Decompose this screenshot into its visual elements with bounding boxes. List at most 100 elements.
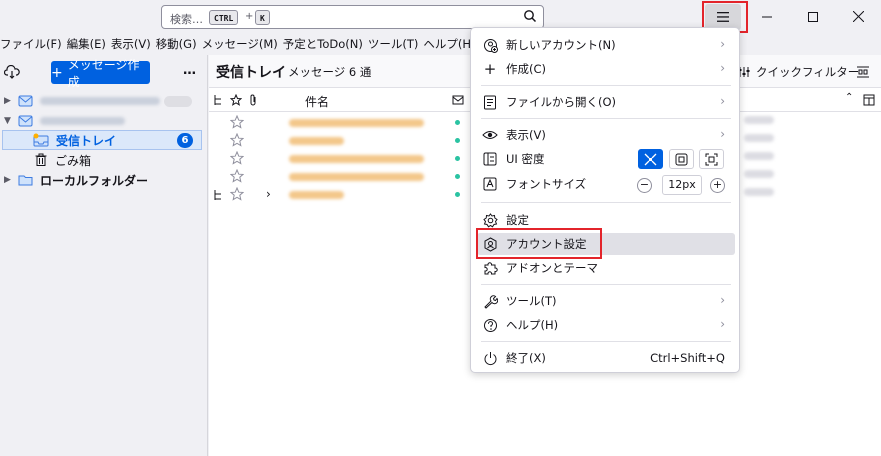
- date-blurred: [744, 152, 774, 160]
- account-icon: [18, 95, 33, 107]
- close-button[interactable]: [835, 0, 881, 33]
- chevron-down-icon[interactable]: ▼: [4, 116, 14, 126]
- chevron-right-icon[interactable]: ▶: [4, 175, 14, 185]
- search-icon[interactable]: [523, 9, 537, 26]
- column-picker-icon[interactable]: [863, 94, 875, 106]
- menu-ui-density: UI 密度: [477, 148, 735, 170]
- quick-filter-label: クイックフィルター: [756, 65, 860, 79]
- menu-edit[interactable]: 編集(E): [67, 36, 111, 52]
- gear-icon: [482, 212, 498, 227]
- chevron-right-icon: ›: [720, 317, 725, 331]
- subject-column-header[interactable]: 件名: [305, 93, 329, 110]
- chevron-right-icon[interactable]: ›: [266, 187, 271, 201]
- menu-go[interactable]: 移動(G): [156, 36, 202, 52]
- menu-events[interactable]: 予定とToDo(N): [283, 36, 368, 52]
- menu-ui-density-label: UI 密度: [506, 152, 545, 166]
- menu-open-file-label: ファイルから開く(O): [506, 95, 617, 109]
- cloud-download-icon[interactable]: [3, 64, 20, 82]
- menu-settings-label: 設定: [506, 213, 529, 227]
- highlight-box-account-settings: [476, 228, 602, 259]
- chevron-right-icon: ›: [720, 37, 725, 51]
- thread-column-icon[interactable]: [213, 94, 225, 106]
- normal-density-icon: [675, 153, 688, 165]
- trash-icon: [35, 153, 47, 166]
- help-icon: [483, 318, 497, 332]
- menu-new-account[interactable]: 新しいアカウント(N) ›: [477, 34, 735, 56]
- menu-separator: [481, 118, 731, 119]
- minimize-button[interactable]: [744, 0, 790, 33]
- menu-open-file[interactable]: ファイルから開く(O) ›: [477, 91, 735, 113]
- star-icon[interactable]: [230, 169, 244, 183]
- quit-shortcut: Ctrl+Shift+Q: [650, 351, 725, 365]
- density-compact-button[interactable]: [638, 149, 663, 169]
- star-icon[interactable]: [230, 115, 244, 129]
- star-icon[interactable]: [230, 133, 244, 147]
- menu-quit[interactable]: 終了(X) Ctrl+Shift+Q: [477, 347, 735, 369]
- menu-create-label: 作成(C): [506, 62, 547, 76]
- title-bar: 検索… CTRL + K: [0, 0, 881, 33]
- menu-view[interactable]: 表示(V) ›: [477, 124, 735, 146]
- chevron-up-icon[interactable]: ⌃: [845, 92, 853, 103]
- subject-blurred: [289, 191, 344, 199]
- density-normal-button[interactable]: [669, 149, 694, 169]
- wrench-icon: [483, 294, 498, 309]
- search-input[interactable]: 検索… CTRL + K: [161, 5, 544, 29]
- font-size-value: 12px: [662, 175, 702, 195]
- quick-filter-button[interactable]: クイックフィルター: [737, 64, 859, 80]
- k-key-hint: K: [255, 10, 270, 25]
- menu-bar: ファイル(F) 編集(E) 表示(V) 移動(G) メッセージ(M) 予定とTo…: [0, 33, 881, 55]
- read-status-dot: [455, 156, 460, 161]
- menu-quit-label: 終了(X): [506, 351, 546, 365]
- read-status-column-icon[interactable]: [452, 94, 464, 106]
- more-options-button[interactable]: …: [183, 63, 196, 78]
- date-blurred: [744, 170, 774, 178]
- star-icon[interactable]: [230, 151, 244, 165]
- inbox-label: 受信トレイ: [56, 133, 117, 148]
- read-status-dot: [455, 138, 460, 143]
- menu-font-size-label: フォントサイズ: [506, 177, 587, 191]
- star-column-icon[interactable]: [230, 94, 242, 106]
- density-touch-button[interactable]: [699, 149, 724, 169]
- menu-tools[interactable]: ツール(T) ›: [477, 290, 735, 312]
- menu-view[interactable]: 表示(V): [111, 36, 156, 52]
- menu-help[interactable]: ヘルプ(H) ›: [477, 314, 735, 336]
- folder-trash[interactable]: ごみ箱: [0, 150, 207, 170]
- message-count: メッセージ 6 通: [288, 65, 372, 79]
- plus-icon: +: [51, 64, 63, 81]
- account-icon: [18, 115, 33, 127]
- menu-message[interactable]: メッセージ(M): [202, 36, 283, 52]
- new-message-button[interactable]: + メッセージ作成: [51, 58, 150, 89]
- display-options-icon[interactable]: [856, 65, 870, 79]
- menu-separator: [481, 85, 731, 86]
- read-status-dot: [455, 174, 460, 179]
- density-icon: [483, 152, 497, 166]
- chevron-right-icon: ›: [720, 127, 725, 141]
- folder-title: 受信トレイ: [216, 65, 286, 81]
- new-account-icon: [483, 38, 498, 53]
- chevron-right-icon: ›: [720, 94, 725, 108]
- menu-file[interactable]: ファイル(F): [0, 36, 67, 52]
- menu-addons[interactable]: アドオンとテーマ: [477, 257, 735, 279]
- attachment-column-icon[interactable]: [249, 94, 259, 106]
- plus-icon: +: [483, 60, 497, 78]
- folder-local[interactable]: ▶ ローカルフォルダー: [0, 170, 207, 190]
- account-name-blurred: [40, 97, 160, 105]
- folder-pane: + メッセージ作成 … ▶ ▼ 受信トレイ 6 ごみ箱 ▶ ローカルフォルダー: [0, 55, 208, 456]
- ctrl-key-hint: CTRL: [209, 10, 239, 25]
- menu-create[interactable]: + 作成(C) ›: [477, 58, 735, 80]
- chevron-right-icon: ›: [720, 61, 725, 75]
- account-row-2[interactable]: ▼: [0, 111, 207, 131]
- search-placeholder: 検索…: [170, 13, 203, 26]
- folder-inbox[interactable]: 受信トレイ 6: [2, 130, 202, 150]
- account-name-blurred: [40, 117, 125, 125]
- subject-blurred: [289, 173, 424, 181]
- app-menu-panel: 新しいアカウント(N) › + 作成(C) › ファイルから開く(O) › 表示…: [470, 27, 740, 373]
- chevron-right-icon[interactable]: ▶: [4, 96, 14, 106]
- font-size-decrease-button[interactable]: −: [637, 178, 652, 193]
- menu-tools[interactable]: ツール(T): [368, 36, 424, 52]
- font-size-increase-button[interactable]: +: [710, 178, 725, 193]
- star-icon[interactable]: [230, 187, 244, 201]
- date-blurred: [744, 134, 774, 142]
- account-row-1[interactable]: ▶: [0, 91, 207, 111]
- maximize-button[interactable]: [790, 0, 836, 33]
